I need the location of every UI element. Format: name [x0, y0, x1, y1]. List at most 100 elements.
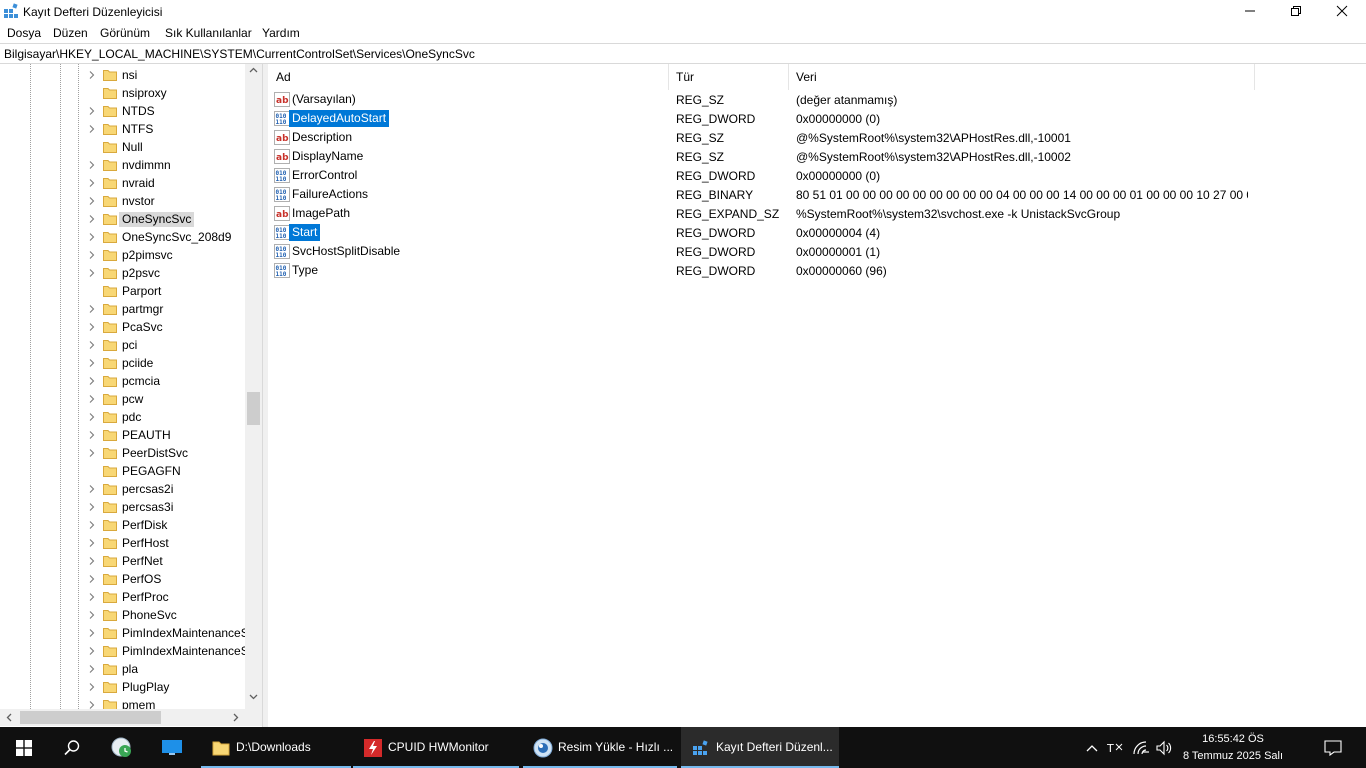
tree-node[interactable]: PEGAGFN	[0, 462, 245, 480]
tree-node[interactable]: Parport	[0, 282, 245, 300]
expand-chevron-icon[interactable]	[88, 449, 96, 457]
expand-chevron-icon[interactable]	[88, 629, 96, 637]
tree-node[interactable]: percsas2i	[0, 480, 245, 498]
tree-node[interactable]: nsi	[0, 66, 245, 84]
expand-chevron-icon[interactable]	[88, 521, 96, 529]
show-hidden-icons-button[interactable]	[1083, 739, 1101, 757]
menu-help[interactable]: Yardım	[262, 26, 300, 40]
expand-chevron-icon[interactable]	[88, 701, 96, 709]
tree-node[interactable]: PimIndexMaintenanceS	[0, 624, 249, 642]
column-header-type[interactable]: Tür	[676, 70, 694, 84]
scroll-left-icon[interactable]	[6, 713, 12, 722]
address-path[interactable]: Bilgisayar\HKEY_LOCAL_MACHINE\SYSTEM\Cur…	[4, 47, 475, 61]
expand-chevron-icon[interactable]	[88, 395, 96, 403]
action-center-button[interactable]	[1324, 739, 1342, 757]
expand-chevron-icon[interactable]	[88, 575, 96, 583]
taskbar-app-button[interactable]: Kayıt Defteri Düzenl...	[681, 727, 839, 768]
expand-chevron-icon[interactable]	[88, 611, 96, 619]
tree-node[interactable]: PeerDistSvc	[0, 444, 245, 462]
close-button[interactable]	[1319, 0, 1365, 22]
expand-chevron-icon[interactable]	[88, 359, 96, 367]
system-clock[interactable]: 16:55:42 ÖS 8 Temmuz 2025 Salı	[1178, 731, 1288, 765]
menu-view[interactable]: Görünüm	[100, 26, 150, 40]
tree-node[interactable]: PerfHost	[0, 534, 245, 552]
tree-node[interactable]: PhoneSvc	[0, 606, 245, 624]
tree-node[interactable]: p2pimsvc	[0, 246, 245, 264]
maximize-button[interactable]	[1273, 0, 1319, 22]
tree-node[interactable]: PerfDisk	[0, 516, 245, 534]
search-button[interactable]	[48, 727, 96, 768]
tree-node[interactable]: OneSyncSvc_208d9	[0, 228, 245, 246]
taskbar-app-button[interactable]: D:\Downloads	[201, 727, 351, 768]
tree-node[interactable]: PerfOS	[0, 570, 245, 588]
expand-chevron-icon[interactable]	[88, 107, 96, 115]
value-row[interactable]: ab ImagePath REG_EXPAND_SZ %SystemRoot%\sys…	[268, 204, 1366, 223]
expand-chevron-icon[interactable]	[88, 377, 96, 385]
tree-node[interactable]: PlugPlay	[0, 678, 245, 696]
expand-chevron-icon[interactable]	[88, 557, 96, 565]
tree-node[interactable]: NTFS	[0, 120, 245, 138]
tree-node[interactable]: pciide	[0, 354, 245, 372]
scroll-up-icon[interactable]	[249, 67, 258, 73]
tree-horizontal-scrollbar[interactable]	[0, 709, 262, 726]
expand-chevron-icon[interactable]	[88, 503, 96, 511]
scroll-down-icon[interactable]	[249, 694, 258, 700]
value-row[interactable]: 010 110 Type REG_DWORD 0x00000060 (96)	[268, 261, 1366, 280]
tree-node[interactable]: PEAUTH	[0, 426, 245, 444]
menu-favorites[interactable]: Sık Kullanılanlar	[165, 26, 252, 40]
tree-node[interactable]: nvstor	[0, 192, 245, 210]
taskbar-app-button[interactable]: Resim Yükle - Hızlı ...	[523, 727, 677, 768]
tree-node[interactable]: p2psvc	[0, 264, 245, 282]
expand-chevron-icon[interactable]	[88, 161, 96, 169]
column-header-name[interactable]: Ad	[276, 70, 291, 84]
expand-chevron-icon[interactable]	[88, 647, 96, 655]
expand-chevron-icon[interactable]	[88, 485, 96, 493]
column-header-data[interactable]: Veri	[796, 70, 817, 84]
menu-edit[interactable]: Düzen	[53, 26, 88, 40]
value-row[interactable]: 010 110 FailureActions REG_BINARY 80 51 01 0…	[268, 185, 1366, 204]
value-row[interactable]: 010 110 Start REG_DWORD 0x00000004 (4)	[268, 223, 1366, 242]
expand-chevron-icon[interactable]	[88, 665, 96, 673]
tree-node[interactable]: PerfNet	[0, 552, 245, 570]
value-row[interactable]: ab (Varsayılan) REG_SZ (değer atanmamış)	[268, 90, 1366, 109]
tree-vertical-scrollbar[interactable]	[245, 64, 262, 709]
address-bar[interactable]: Bilgisayar\HKEY_LOCAL_MACHINE\SYSTEM\Cur…	[0, 43, 1366, 64]
expand-chevron-icon[interactable]	[88, 683, 96, 691]
expand-chevron-icon[interactable]	[88, 269, 96, 277]
value-row[interactable]: 010 110 DelayedAutoStart REG_DWORD 0x0000000…	[268, 109, 1366, 128]
pinned-app-button[interactable]	[148, 727, 196, 768]
expand-chevron-icon[interactable]	[88, 431, 96, 439]
expand-chevron-icon[interactable]	[88, 323, 96, 331]
values-list-pane[interactable]: Ad Tür Veri ab (Varsayılan) REG_SZ (değer a…	[268, 64, 1366, 727]
key-tree-pane[interactable]: nsi nsiproxy NTDS NTFS Null nvdimmn nvraid nvst…	[0, 64, 263, 727]
tree-node[interactable]: pdc	[0, 408, 245, 426]
menu-file[interactable]: Dosya	[7, 26, 41, 40]
expand-chevron-icon[interactable]	[88, 251, 96, 259]
tree-horizontal-scroll-thumb[interactable]	[20, 711, 161, 724]
tree-node[interactable]: OneSyncSvc	[0, 210, 245, 228]
expand-chevron-icon[interactable]	[88, 125, 96, 133]
tree-node[interactable]: pci	[0, 336, 245, 354]
input-language-button[interactable]: T	[1107, 739, 1125, 757]
start-button[interactable]	[0, 727, 48, 768]
tree-node[interactable]: nvdimmn	[0, 156, 245, 174]
tree-node[interactable]: pla	[0, 660, 245, 678]
column-separator[interactable]	[1254, 64, 1255, 90]
tree-node[interactable]: nvraid	[0, 174, 245, 192]
expand-chevron-icon[interactable]	[88, 539, 96, 547]
tree-node[interactable]: partmgr	[0, 300, 245, 318]
expand-chevron-icon[interactable]	[88, 179, 96, 187]
expand-chevron-icon[interactable]	[88, 413, 96, 421]
taskbar-app-button[interactable]: CPUID HWMonitor	[353, 727, 519, 768]
tree-node[interactable]: PerfProc	[0, 588, 245, 606]
tree-vertical-scroll-thumb[interactable]	[247, 392, 260, 425]
expand-chevron-icon[interactable]	[88, 233, 96, 241]
expand-chevron-icon[interactable]	[88, 197, 96, 205]
expand-chevron-icon[interactable]	[88, 215, 96, 223]
expand-chevron-icon[interactable]	[88, 593, 96, 601]
tree-node[interactable]: PcaSvc	[0, 318, 245, 336]
volume-button[interactable]	[1155, 739, 1173, 757]
tree-node[interactable]: pcw	[0, 390, 245, 408]
pinned-app-button[interactable]	[98, 727, 146, 768]
expand-chevron-icon[interactable]	[88, 71, 96, 79]
